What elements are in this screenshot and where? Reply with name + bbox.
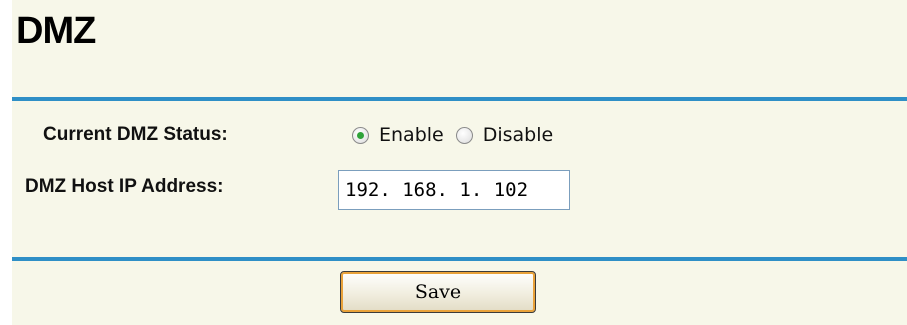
save-button[interactable]: Save	[340, 271, 536, 313]
divider-top	[12, 97, 907, 101]
dmz-host-ip-input[interactable]	[338, 170, 570, 210]
dmz-status-radio-group: Enable Disable	[352, 124, 553, 146]
divider-bottom	[12, 257, 907, 261]
dmz-status-label: Current DMZ Status:	[43, 124, 228, 145]
enable-radio-label[interactable]: Enable	[379, 124, 444, 146]
dmz-host-ip-label: DMZ Host IP Address:	[25, 176, 224, 197]
enable-radio[interactable]	[352, 126, 369, 144]
disable-radio-label[interactable]: Disable	[483, 124, 553, 146]
page-title: DMZ	[16, 10, 96, 52]
disable-radio[interactable]	[455, 126, 473, 144]
